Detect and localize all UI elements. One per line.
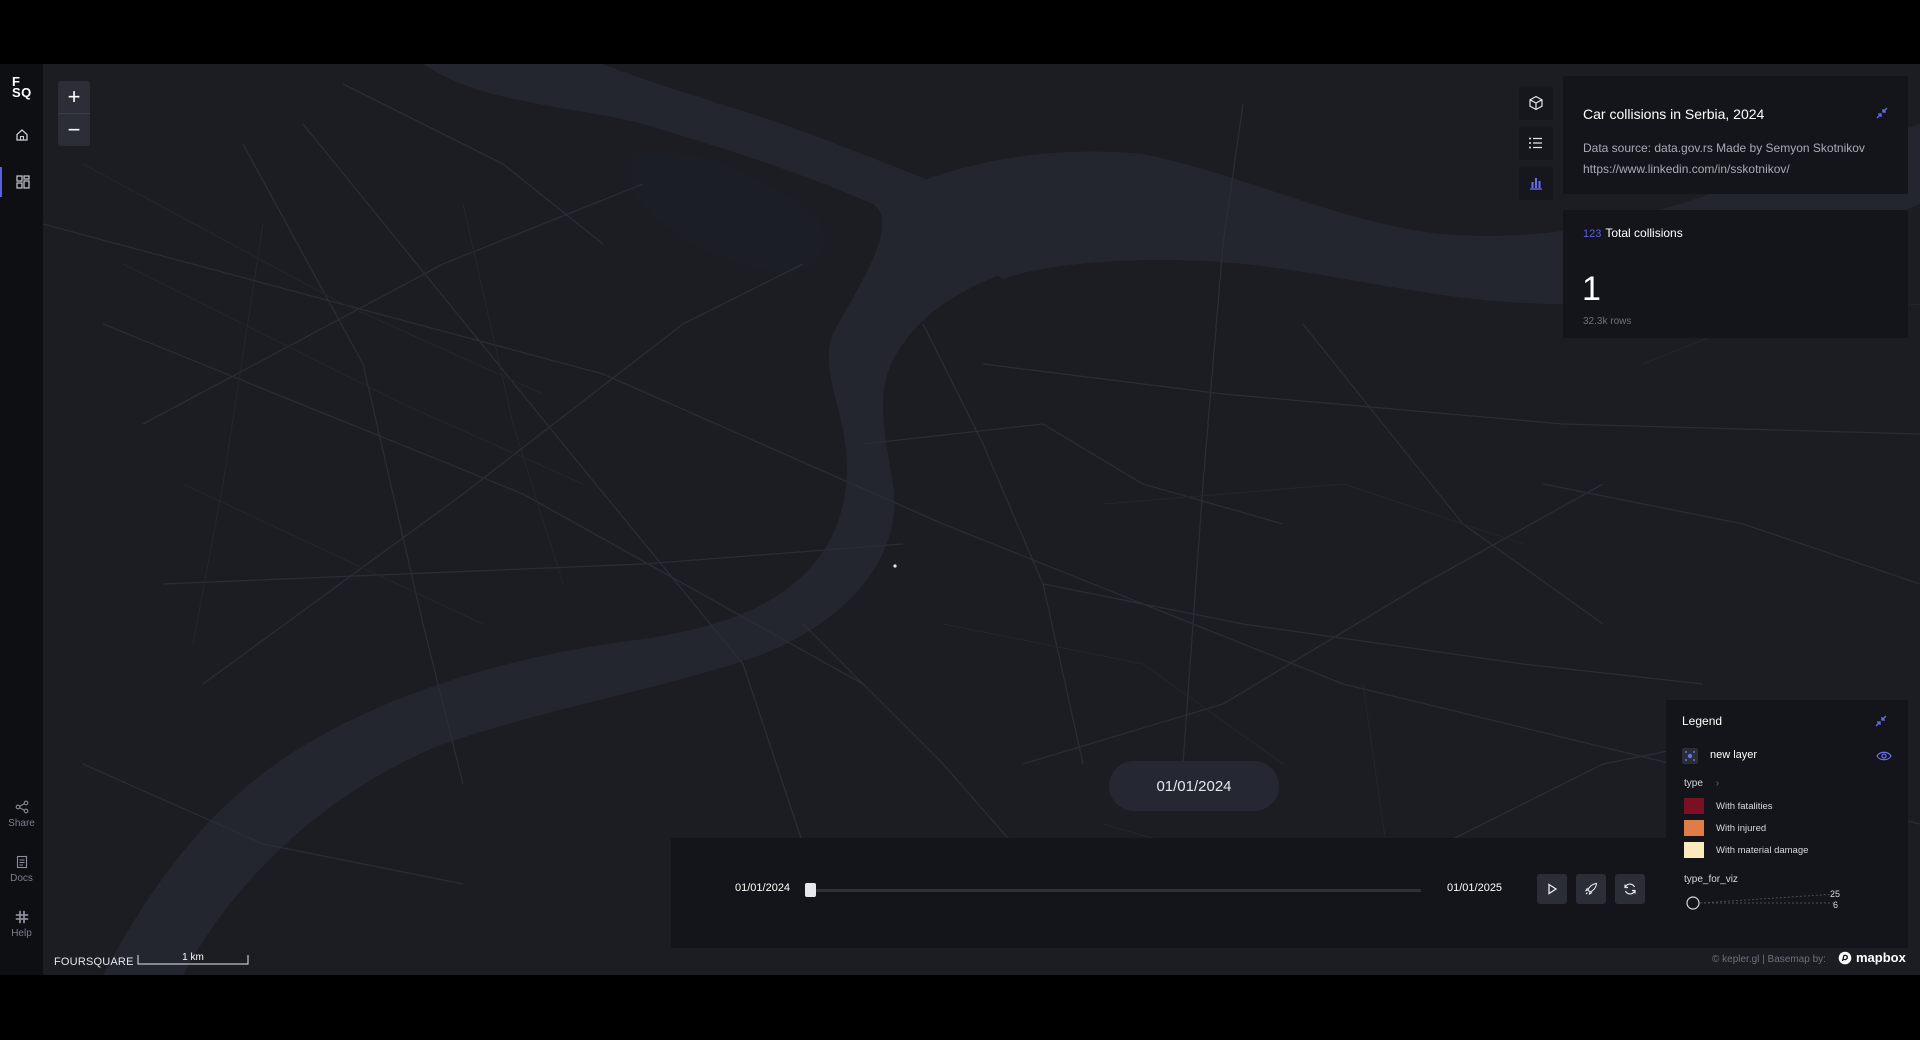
dashboard-icon (15, 175, 30, 189)
mapbox-wordmark: mapbox (1856, 950, 1906, 965)
legend-size-scale: 25 6 (1686, 889, 1842, 916)
collapse-legend-button[interactable] (1874, 714, 1888, 733)
zoom-in-button[interactable]: + (58, 81, 90, 113)
point-layer-icon (1682, 748, 1698, 764)
eye-icon[interactable] (1876, 749, 1892, 763)
app-window: F SQ Share Docs Help + − Car collisions … (0, 64, 1920, 975)
size-scale-graphic (1686, 893, 1837, 910)
share-label: Share (8, 818, 35, 829)
map-attribution[interactable]: © kepler.gl | Basemap by: (1712, 954, 1826, 965)
mapbox-icon (1838, 951, 1852, 964)
collapse-icon (1876, 107, 1888, 119)
zoom-controls: + − (58, 81, 90, 146)
collision-point[interactable] (893, 564, 897, 568)
color-field-label: type (1684, 778, 1703, 789)
number-type-icon: 123 (1583, 228, 1602, 240)
docs-label: Docs (10, 873, 33, 884)
foursquare-logo[interactable]: F SQ (12, 75, 36, 100)
collapse-title-button[interactable] (1875, 106, 1889, 125)
loop-button[interactable] (1615, 874, 1645, 904)
timeline-track[interactable] (805, 889, 1421, 892)
logo-line-2: SQ (12, 85, 32, 100)
legend-title: Legend (1682, 714, 1723, 728)
chevron-right-icon: › (1715, 778, 1720, 789)
list-icon (1529, 137, 1542, 149)
stat-row-count: 32.3k rows (1583, 316, 1632, 327)
current-date-display: 01/01/2024 (1109, 761, 1279, 811)
mapbox-logo[interactable]: mapbox (1838, 950, 1906, 965)
refresh-icon (1624, 883, 1636, 895)
legend-layer-row: new layer (1682, 746, 1894, 766)
zoom-out-button[interactable]: − (58, 113, 90, 146)
total-collisions-panel: 123 Total collisions 1 32.3k rows (1563, 210, 1908, 338)
speed-button[interactable] (1576, 874, 1606, 904)
chart-button[interactable] (1519, 166, 1553, 200)
share-button[interactable]: Share (0, 800, 43, 829)
legend-layer-name: new layer (1710, 749, 1758, 761)
timeline-handle[interactable] (805, 883, 816, 897)
plus-icon: + (67, 84, 81, 109)
scale-bar-label: 1 km (182, 952, 204, 963)
layer-list-button[interactable] (1519, 126, 1553, 160)
stat-label: 123 Total collisions (1583, 226, 1683, 240)
layers-nav-button[interactable] (0, 167, 43, 197)
docs-icon (16, 855, 27, 869)
home-icon (15, 129, 28, 141)
timeline-start-date: 01/01/2024 (735, 882, 791, 894)
help-button[interactable]: Help (0, 910, 43, 939)
slack-icon (15, 910, 28, 924)
share-icon (15, 800, 28, 814)
legend-size-field: type_for_viz (1684, 874, 1738, 885)
3d-view-button[interactable] (1519, 86, 1553, 120)
legend-swatch (1684, 798, 1704, 814)
nav-rail: F SQ Share Docs Help (0, 64, 44, 975)
stat-label-text: Total collisions (1605, 226, 1683, 240)
legend-panel: Legend new layer type › With fatalities … (1666, 700, 1908, 948)
home-button[interactable] (0, 120, 43, 150)
collapse-icon (1875, 715, 1887, 727)
title-panel: Car collisions in Serbia, 2024 Data sour… (1563, 76, 1908, 194)
stat-value: 1 (1582, 270, 1601, 308)
bar-chart-icon (1530, 178, 1542, 190)
size-max-label: 25 (1830, 889, 1841, 899)
dashboard-description: Data source: data.gov.rs Made by Semyon … (1583, 141, 1865, 176)
rocket-icon (1584, 882, 1598, 896)
legend-swatch (1684, 842, 1704, 858)
dashboard-title: Car collisions in Serbia, 2024 (1583, 106, 1765, 122)
timeline-end-date: 01/01/2025 (1447, 882, 1503, 894)
foursquare-brand: FOURSQUARE (54, 956, 134, 968)
play-icon (1548, 883, 1558, 895)
legend-swatch (1684, 820, 1704, 836)
legend-color-field[interactable]: type › (1684, 778, 1719, 789)
size-min-label: 6 (1833, 900, 1839, 910)
minus-icon: − (67, 117, 81, 142)
time-playback-bar: 01/01/2024 01/01/2025 (671, 838, 1666, 948)
map-scale-bar: 1 km (137, 952, 249, 965)
help-label: Help (11, 928, 32, 939)
map-control-column (1519, 86, 1553, 206)
legend-item-label: With fatalities (1716, 801, 1773, 812)
legend-item-label: With injured (1716, 823, 1767, 834)
legend-item-label: With material damage (1716, 845, 1809, 856)
play-button[interactable] (1537, 874, 1567, 904)
docs-button[interactable]: Docs (0, 855, 43, 884)
cube-icon (1529, 95, 1543, 111)
